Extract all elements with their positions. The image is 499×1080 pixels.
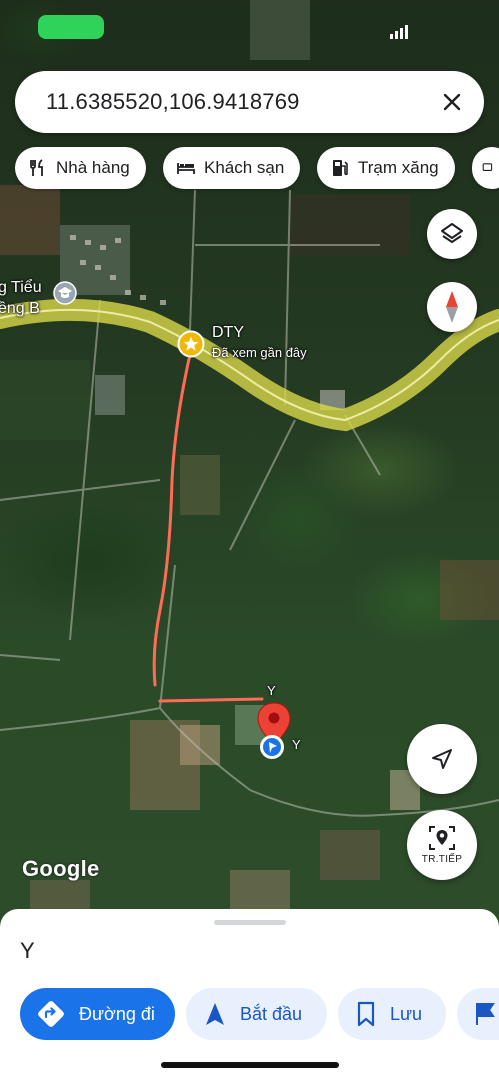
saved-star-icon[interactable] xyxy=(177,330,205,358)
battery-indicator xyxy=(38,15,104,39)
route-line xyxy=(152,348,193,687)
chip-label: Khách sạn xyxy=(204,158,285,177)
restaurant-icon xyxy=(30,159,43,176)
pin-label-side: Y xyxy=(292,737,301,752)
directions-label: Đường đi xyxy=(79,1003,155,1024)
my-location-dot-icon xyxy=(260,735,284,759)
my-location-button[interactable] xyxy=(407,724,477,794)
compass-button[interactable] xyxy=(427,282,477,332)
directions-icon xyxy=(38,1001,64,1027)
chip-hotels[interactable]: Khách sạn xyxy=(163,147,301,189)
recently-viewed-label: Đã xem gần đây xyxy=(212,345,307,360)
directions-button[interactable]: Đường đi xyxy=(20,988,175,1040)
chip-restaurants[interactable]: Nhà hàng xyxy=(15,147,146,189)
pin-label-top: Y xyxy=(267,683,276,698)
google-logo: Google xyxy=(22,856,100,881)
school-label-line1[interactable]: g Tiểu xyxy=(0,279,42,297)
live-view-icon xyxy=(429,826,455,850)
live-view-button[interactable]: TR.TIẾP xyxy=(407,810,477,880)
save-button[interactable]: Lưu xyxy=(338,988,446,1040)
home-indicator xyxy=(161,1062,339,1068)
start-button[interactable]: Bắt đầu xyxy=(186,988,327,1040)
school-label-line2[interactable]: ềng B xyxy=(0,300,40,318)
navigation-start-icon xyxy=(206,1003,224,1025)
place-bottom-sheet[interactable]: Y Đường đi Bắt đầu Lưu xyxy=(0,909,499,1080)
bookmark-icon xyxy=(357,1001,375,1027)
school-icon xyxy=(53,281,77,305)
save-label: Lưu xyxy=(390,1003,423,1024)
start-label: Bắt đầu xyxy=(240,1003,303,1024)
more-action-button[interactable] xyxy=(457,988,499,1040)
satellite-map[interactable]: 11.6385520,106.9418769 Nhà hàng Khách sạ… xyxy=(0,0,499,930)
sheet-drag-handle[interactable] xyxy=(214,920,286,925)
chip-label: Nhà hàng xyxy=(56,158,130,177)
place-title: Y xyxy=(20,938,35,963)
search-input[interactable]: 11.6385520,106.9418769 xyxy=(46,89,440,115)
place-name-label[interactable]: DTY xyxy=(212,324,244,342)
gas-station-icon xyxy=(333,160,348,176)
hotel-icon xyxy=(177,163,195,174)
flag-icon xyxy=(476,1003,495,1025)
layers-icon xyxy=(441,223,463,243)
chip-gas-stations[interactable]: Trạm xăng xyxy=(317,147,455,189)
compass-icon xyxy=(446,291,458,323)
signal-icon xyxy=(390,25,408,39)
more-chip-icon xyxy=(482,163,493,171)
live-view-label: TR.TIẾP xyxy=(421,854,463,865)
chip-label: Trạm xăng xyxy=(358,158,439,177)
layers-button[interactable] xyxy=(427,209,477,259)
navigation-arrow-icon xyxy=(432,749,452,769)
close-icon[interactable] xyxy=(440,90,464,114)
map-terrain xyxy=(0,0,499,920)
search-bar[interactable]: 11.6385520,106.9418769 xyxy=(15,71,484,133)
